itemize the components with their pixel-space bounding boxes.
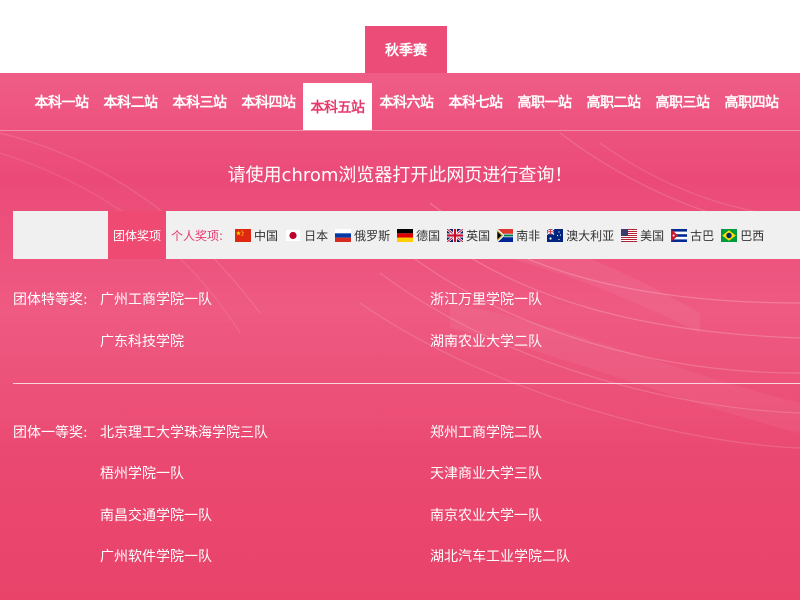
brazil-flag-icon [721, 228, 738, 242]
country-name: 中国 [254, 228, 279, 243]
australia-flag-icon [547, 228, 564, 242]
country-item-australia[interactable]: 澳大利亚 [547, 227, 614, 244]
nav-item-bk5[interactable]: 本科五站 [303, 83, 372, 130]
team-name: 广东科技学院 [100, 334, 184, 350]
award-label-special: 团体特等奖: [13, 292, 88, 308]
country-name: 德国 [416, 228, 441, 243]
south-africa-flag-icon [497, 228, 514, 242]
country-item-germany[interactable]: 德国 [397, 227, 440, 244]
nav-item-bk4[interactable]: 本科四站 [234, 73, 303, 130]
usa-flag-icon [621, 228, 638, 242]
country-name: 古巴 [690, 228, 715, 243]
country-item-usa[interactable]: 美国 [621, 227, 664, 244]
team-name: 浙江万里学院一队 [430, 292, 542, 308]
team-name: 湖南农业大学二队 [430, 334, 542, 350]
team-name: 广州软件学院一队 [100, 549, 212, 565]
country-name: 巴西 [740, 228, 765, 243]
team-award-tab[interactable]: 团体奖项 [108, 211, 166, 259]
russia-flag-icon [335, 228, 352, 242]
china-flag-icon [235, 228, 252, 242]
nav-item-gz3[interactable]: 高职三站 [648, 73, 717, 130]
country-item-cuba[interactable]: 古巴 [671, 227, 714, 244]
nav-item-gz2[interactable]: 高职二站 [579, 73, 648, 130]
team-name: 南京农业大学一队 [430, 508, 542, 524]
nav-item-bk1[interactable]: 本科一站 [27, 73, 96, 130]
country-item-uk[interactable]: 英国 [447, 227, 490, 244]
country-name: 美国 [640, 228, 665, 243]
nav-item-bk3[interactable]: 本科三站 [165, 73, 234, 130]
country-item-russia[interactable]: 俄罗斯 [335, 227, 390, 244]
team-name: 梧州学院一队 [100, 466, 184, 482]
team-name: 郑州工商学院二队 [430, 425, 542, 441]
nav-item-bk6[interactable]: 本科六站 [372, 73, 441, 130]
team-name: 湖北汽车工业学院二队 [430, 549, 570, 565]
country-name: 日本 [304, 228, 329, 243]
nav-item-bk7[interactable]: 本科七站 [441, 73, 510, 130]
section-divider [13, 383, 800, 384]
japan-flag-icon [285, 228, 302, 242]
personal-award-label: 个人奖项: [171, 228, 224, 243]
country-item-japan[interactable]: 日本 [285, 227, 328, 244]
country-name: 澳大利亚 [566, 228, 615, 243]
nav-item-gz4[interactable]: 高职四站 [717, 73, 786, 130]
cuba-flag-icon [671, 228, 688, 242]
team-name: 北京理工大学珠海学院三队 [100, 425, 268, 441]
country-item-brazil[interactable]: 巴西 [721, 227, 764, 244]
team-name: 广州工商学院一队 [100, 292, 212, 308]
main-panel: 本科一站 本科二站 本科三站 本科四站 本科五站 本科六站 本科七站 高职一站 … [0, 73, 800, 600]
country-name: 南非 [516, 228, 541, 243]
country-name: 英国 [466, 228, 491, 243]
country-name: 俄罗斯 [354, 228, 391, 243]
country-item-china[interactable]: 中国 [235, 227, 278, 244]
uk-flag-icon [447, 228, 464, 242]
award-filter-bar: 团体奖项 个人奖项: 中国 日本 俄罗斯 德国 英国 南非 澳大利亚 美国 古巴… [13, 211, 800, 259]
nav-item-bk2[interactable]: 本科二站 [96, 73, 165, 130]
browser-notice: 请使用chrom浏览器打开此网页进行查询！ [227, 165, 573, 186]
team-name: 天津商业大学三队 [430, 466, 542, 482]
germany-flag-icon [397, 228, 414, 242]
nav-item-gz1[interactable]: 高职一站 [510, 73, 579, 130]
season-tab[interactable]: 秋季赛 [365, 26, 447, 73]
award-label-first: 团体一等奖: [13, 425, 88, 441]
filter-bar-spacer [13, 211, 108, 259]
country-item-south-africa[interactable]: 南非 [497, 227, 540, 244]
team-name: 南昌交通学院一队 [100, 508, 212, 524]
station-nav: 本科一站 本科二站 本科三站 本科四站 本科五站 本科六站 本科七站 高职一站 … [0, 73, 800, 131]
